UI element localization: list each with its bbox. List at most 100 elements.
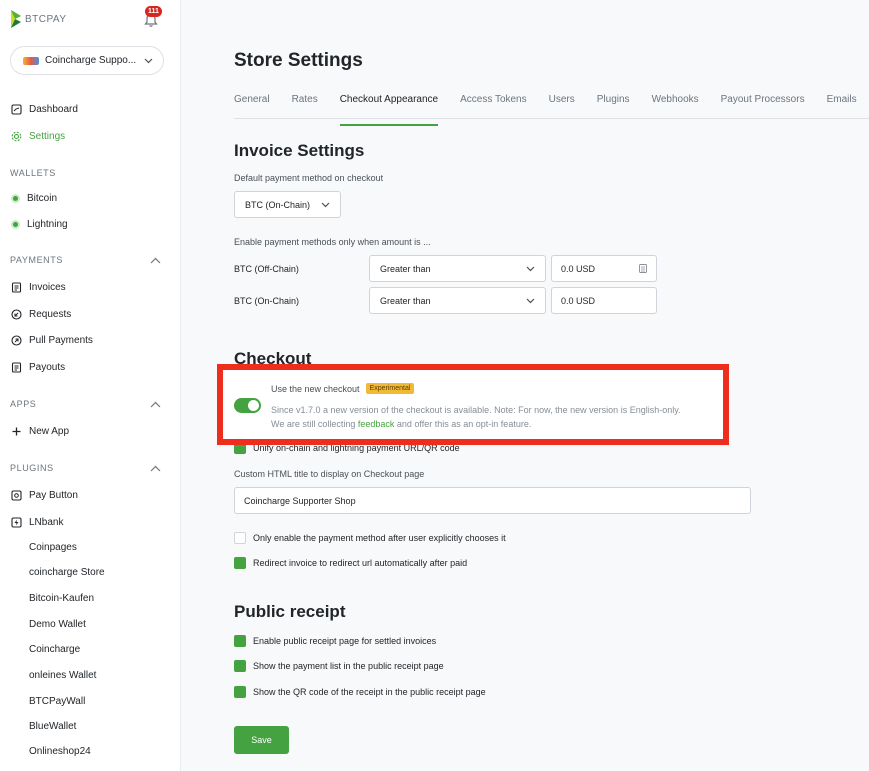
tab-webhooks[interactable]: Webhooks (652, 88, 699, 120)
input-value: Coincharge Supporter Shop (244, 495, 356, 506)
sidebar-item-label: New App (29, 425, 70, 437)
toggle-knob (248, 400, 259, 411)
sidebar-item-plugin[interactable]: Coinpages (29, 542, 77, 553)
sidebar-item-label: Requests (29, 308, 72, 320)
sidebar-item-plugin[interactable]: BlueWallet (29, 721, 76, 732)
method-name-label: BTC (On-Chain) (234, 296, 300, 306)
sidebar: BTCPAY 111 Coincharge Suppo... Dashboard… (0, 0, 181, 771)
sidebar-item-plugin[interactable]: coincharge Store (29, 567, 105, 578)
sidebar-item-bitcoin[interactable]: Bitcoin (11, 191, 57, 205)
sidebar-item-plugin[interactable]: Bitcoin-Kaufen (29, 593, 94, 604)
feedback-link[interactable]: feedback (358, 419, 395, 429)
sidebar-item-plugin[interactable]: onleines Wallet (29, 670, 96, 681)
new-checkout-highlight: Use the new checkout Experimental Since … (217, 364, 729, 445)
tab-general[interactable]: General (234, 88, 270, 120)
sidebar-item-pull-payments[interactable]: Pull Payments (11, 333, 93, 347)
amount-condition-select[interactable]: Greater than (369, 255, 546, 282)
redirect-checkbox[interactable] (234, 557, 246, 569)
sidebar-item-label: Bitcoin (27, 192, 58, 204)
tab-plugins[interactable]: Plugins (597, 88, 630, 120)
tab-access-tokens[interactable]: Access Tokens (460, 88, 527, 120)
notification-count-badge: 111 (145, 6, 162, 17)
new-checkout-description: Since v1.7.0 a new version of the checko… (271, 403, 721, 431)
sidebar-item-plugin[interactable]: BTCPayWall (29, 696, 85, 707)
tab-rates[interactable]: Rates (292, 88, 318, 120)
chevron-up-icon[interactable] (150, 401, 161, 409)
input-value: 0.0 USD (561, 295, 596, 306)
chevron-down-icon (526, 298, 535, 303)
tab-emails[interactable]: Emails (827, 88, 857, 120)
select-value: Greater than (380, 263, 431, 274)
custom-title-input[interactable]: Coincharge Supporter Shop (234, 487, 751, 514)
sidebar-item-invoices[interactable]: Invoices (11, 280, 66, 294)
new-checkout-title: Use the new checkout Experimental (271, 383, 415, 394)
description-line: We are still collecting feedback and off… (271, 417, 721, 431)
sidebar-item-label: Pay Button (29, 489, 78, 501)
new-checkout-label: Use the new checkout (271, 383, 360, 394)
chevron-down-icon (144, 58, 153, 63)
status-dot-icon (11, 193, 20, 203)
section-title-apps: APPS (10, 399, 37, 409)
select-value: Greater than (380, 295, 431, 306)
pull-payment-icon (11, 334, 22, 346)
store-name: Coincharge Suppo... (45, 55, 137, 66)
tab-users[interactable]: Users (549, 88, 575, 120)
sidebar-item-settings[interactable]: Settings (11, 129, 65, 143)
sidebar-item-plugin[interactable]: Coincharge (29, 644, 80, 655)
amount-input[interactable]: 0.0 USD (551, 255, 657, 282)
receipt-payment-list-checkbox[interactable] (234, 660, 246, 672)
sidebar-item-pay-button[interactable]: Pay Button (11, 488, 78, 502)
default-payment-method-select[interactable]: BTC (On-Chain) (234, 191, 341, 218)
custom-title-label: Custom HTML title to display on Checkout… (234, 469, 425, 479)
plus-icon (12, 427, 21, 435)
brand-name: BTCPAY (25, 13, 67, 25)
enable-methods-label: Enable payment methods only when amount … (234, 237, 431, 247)
brand-logo[interactable]: BTCPAY (10, 9, 67, 29)
section-title-payments: PAYMENTS (10, 255, 63, 265)
invoice-icon (11, 281, 22, 293)
pay-button-icon (11, 489, 22, 501)
sidebar-item-plugin[interactable]: Demo Wallet (29, 619, 86, 630)
input-value: 0.0 USD (561, 263, 596, 274)
tabs-divider (234, 118, 869, 119)
chevron-up-icon[interactable] (150, 257, 161, 265)
sidebar-item-label: Invoices (29, 281, 66, 293)
tab-checkout-appearance[interactable]: Checkout Appearance (339, 88, 439, 126)
new-checkout-toggle[interactable] (234, 398, 261, 413)
receipt-qr-checkbox[interactable] (234, 686, 246, 698)
amount-input[interactable]: 0.0 USD (551, 287, 657, 314)
receipt-qr-label: Show the QR code of the receipt in the p… (253, 687, 486, 697)
settings-tabs: General Rates Checkout Appearance Access… (234, 88, 869, 126)
status-dot-icon (11, 219, 20, 229)
save-button[interactable]: Save (234, 726, 289, 754)
receipt-payment-list-label: Show the payment list in the public rece… (253, 661, 444, 671)
sidebar-item-requests[interactable]: Requests (11, 307, 71, 321)
sidebar-item-plugin[interactable]: Onlineshop24 (29, 746, 91, 757)
select-value: BTC (On-Chain) (245, 199, 311, 210)
experimental-badge: Experimental (365, 383, 415, 394)
sidebar-item-lightning[interactable]: Lightning (11, 217, 68, 231)
request-icon (11, 308, 22, 320)
chevron-down-icon (321, 202, 330, 207)
sidebar-item-dashboard[interactable]: Dashboard (11, 102, 78, 116)
amount-condition-select[interactable]: Greater than (369, 287, 546, 314)
store-selector[interactable]: Coincharge Suppo... (10, 46, 164, 75)
sidebar-item-lnbank[interactable]: LNbank (11, 515, 63, 529)
public-receipt-heading: Public receipt (234, 602, 346, 621)
chevron-up-icon[interactable] (150, 465, 161, 473)
description-line: Since v1.7.0 a new version of the checko… (271, 405, 681, 415)
sidebar-item-new-app[interactable]: New App (11, 424, 69, 438)
sidebar-item-payouts[interactable]: Payouts (11, 360, 65, 374)
sidebar-item-label: Dashboard (29, 103, 78, 115)
description-text: and offer this as an opt-in feature. (394, 419, 532, 429)
invoice-settings-heading: Invoice Settings (234, 141, 365, 160)
redirect-label: Redirect invoice to redirect url automat… (253, 558, 468, 568)
lightning-bolt-icon (11, 516, 22, 528)
explicit-choice-label: Only enable the payment method after use… (253, 533, 506, 543)
tab-payout-processors[interactable]: Payout Processors (721, 88, 805, 120)
sidebar-item-label: Payouts (29, 361, 66, 373)
receipt-enable-checkbox[interactable] (234, 635, 246, 647)
section-title-wallets: WALLETS (10, 168, 56, 178)
explicit-choice-checkbox[interactable] (234, 532, 246, 544)
btcpay-logo-icon (11, 10, 21, 28)
